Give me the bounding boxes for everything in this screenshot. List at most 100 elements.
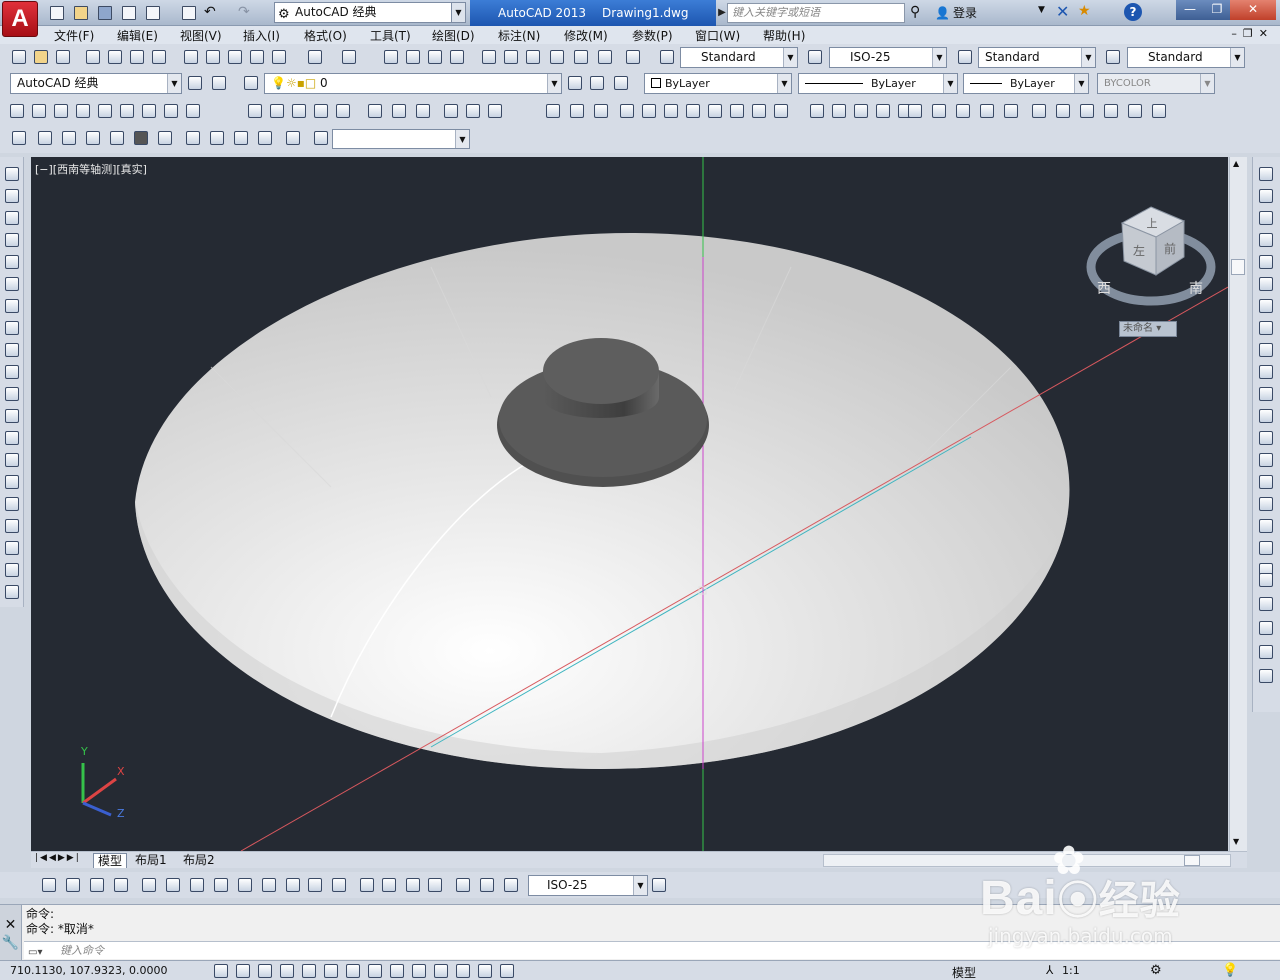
chevron-down-icon[interactable]: ▼ [1074, 74, 1088, 93]
dim-style-icon[interactable] [806, 48, 824, 66]
ne-isometric-icon[interactable] [232, 129, 250, 147]
command-input[interactable]: ▭▾ 键入命令 [24, 941, 1280, 959]
angular-dim-icon[interactable] [212, 876, 230, 894]
ellipse-icon[interactable] [3, 363, 21, 381]
circle-icon[interactable] [3, 297, 21, 315]
clean-icon[interactable] [772, 102, 790, 120]
convert-surface-icon[interactable] [954, 102, 972, 120]
arc-length-icon[interactable] [88, 876, 106, 894]
lineweight-icon[interactable] [432, 962, 450, 980]
login-button[interactable]: 👤 登录 [935, 4, 977, 21]
chevron-down-icon[interactable]: ▼ [167, 74, 181, 93]
copy-edges-icon[interactable] [852, 102, 870, 120]
markup-icon[interactable] [572, 48, 590, 66]
presspull-icon[interactable] [268, 102, 286, 120]
chevron-down-icon[interactable]: ▼ [943, 74, 957, 93]
linear-dim-icon[interactable] [40, 876, 58, 894]
multileader-style-icon[interactable] [1104, 48, 1122, 66]
section-icon[interactable] [1002, 102, 1020, 120]
cut-icon[interactable] [182, 48, 200, 66]
arc-icon[interactable] [3, 275, 21, 293]
rotate-icon[interactable] [1257, 319, 1275, 337]
extract-edges-icon[interactable] [808, 102, 826, 120]
helix-icon[interactable] [162, 102, 180, 120]
exchange-icon[interactable]: ✕ [1056, 2, 1069, 21]
send-to-back-icon[interactable] [1257, 619, 1275, 637]
conceptual-icon[interactable] [1126, 102, 1144, 120]
zoom-realtime-icon[interactable] [404, 48, 422, 66]
save-icon[interactable] [54, 48, 72, 66]
text-above-icon[interactable] [1257, 643, 1275, 661]
slice-icon[interactable] [640, 102, 658, 120]
scroll-thumb[interactable] [1231, 259, 1245, 275]
box-icon[interactable] [8, 102, 26, 120]
stretch-icon[interactable] [1257, 363, 1275, 381]
table-style-icon[interactable] [956, 48, 974, 66]
polyline-icon[interactable] [3, 209, 21, 227]
chevron-down-icon[interactable]: ▼ [1230, 48, 1244, 67]
layer-state-icon[interactable] [612, 74, 630, 92]
visual-styles-icon[interactable] [1030, 102, 1048, 120]
text-style-icon[interactable] [658, 48, 676, 66]
inspection-icon[interactable] [404, 876, 422, 894]
ordinate-dim-icon[interactable] [112, 876, 130, 894]
render-icon[interactable] [1150, 102, 1168, 120]
menu-tools[interactable]: 工具(T) [370, 27, 411, 44]
radius-dim-icon[interactable] [140, 876, 158, 894]
subtract-icon[interactable] [390, 102, 408, 120]
ortho-mode-icon[interactable] [278, 962, 296, 980]
chevron-down-icon[interactable]: ▼ [633, 876, 647, 895]
object-snap-tracking-icon[interactable] [366, 962, 384, 980]
lineweight-select[interactable]: ByLayer ▼ [963, 73, 1089, 94]
polygon-icon[interactable] [3, 231, 21, 249]
offset-edges-icon[interactable] [830, 102, 848, 120]
workspace-select-2[interactable]: AutoCAD 经典 ▼ [10, 73, 182, 94]
snap-mode-icon[interactable] [234, 962, 252, 980]
open-file-icon[interactable] [72, 4, 90, 22]
wedge-icon[interactable] [30, 102, 48, 120]
save-icon[interactable] [96, 4, 114, 22]
chevron-down-icon[interactable]: ▼ [547, 74, 561, 93]
center-mark-icon[interactable] [380, 876, 398, 894]
drawing-viewport[interactable]: [−][西南等轴测][真实] 上 左 前 西 南 未命名 ▾ Y X Z [31, 157, 1228, 851]
menu-file[interactable]: 文件(F) [54, 27, 94, 44]
redo-icon[interactable]: ↷ [238, 4, 256, 22]
linetype-select[interactable]: ByLayer ▼ [798, 73, 958, 94]
erase-icon[interactable] [1257, 187, 1275, 205]
save-as-icon[interactable] [120, 4, 138, 22]
menu-draw[interactable]: 绘图(D) [432, 27, 475, 44]
dim-update-icon[interactable] [502, 876, 520, 894]
make-layer-current-icon[interactable] [566, 74, 584, 92]
sweep-icon[interactable] [290, 102, 308, 120]
text-style-select[interactable]: Standard ▼ [680, 47, 798, 68]
dynamic-input-icon[interactable] [410, 962, 428, 980]
nw-isometric-icon[interactable] [256, 129, 274, 147]
mesh-smooth-icon[interactable] [978, 102, 996, 120]
maximize-button[interactable]: ❐ [1204, 0, 1230, 20]
se-isometric-icon[interactable] [208, 129, 226, 147]
application-menu-button[interactable]: A [2, 1, 38, 37]
pyramid-icon[interactable] [140, 102, 158, 120]
intersect2-icon[interactable] [592, 102, 610, 120]
spline-icon[interactable] [3, 341, 21, 359]
zoom-window-icon[interactable] [426, 48, 444, 66]
extend-icon[interactable] [1257, 407, 1275, 425]
allow-ucs-icon[interactable] [388, 962, 406, 980]
hatch-icon[interactable] [3, 473, 21, 491]
sphere-icon[interactable] [74, 102, 92, 120]
aligned-dim-icon[interactable] [64, 876, 82, 894]
back-view-icon[interactable] [156, 129, 174, 147]
thicken-icon[interactable] [662, 102, 680, 120]
array-icon[interactable] [1257, 275, 1275, 293]
minimize-button[interactable]: — [1176, 0, 1204, 20]
planar-surface-icon[interactable] [184, 102, 202, 120]
binoculars-icon[interactable]: ⚲ [910, 4, 920, 20]
copy-icon[interactable] [204, 48, 222, 66]
move-icon[interactable] [1257, 297, 1275, 315]
dim-style-select[interactable]: ISO-25 ▼ [829, 47, 947, 68]
print-icon[interactable] [180, 4, 198, 22]
workspace-icon[interactable] [210, 74, 228, 92]
chevron-down-icon[interactable]: ▼ [777, 74, 791, 93]
match-properties-icon[interactable] [248, 48, 266, 66]
dim-style-select-2[interactable]: ISO-25 ▼ [528, 875, 648, 896]
